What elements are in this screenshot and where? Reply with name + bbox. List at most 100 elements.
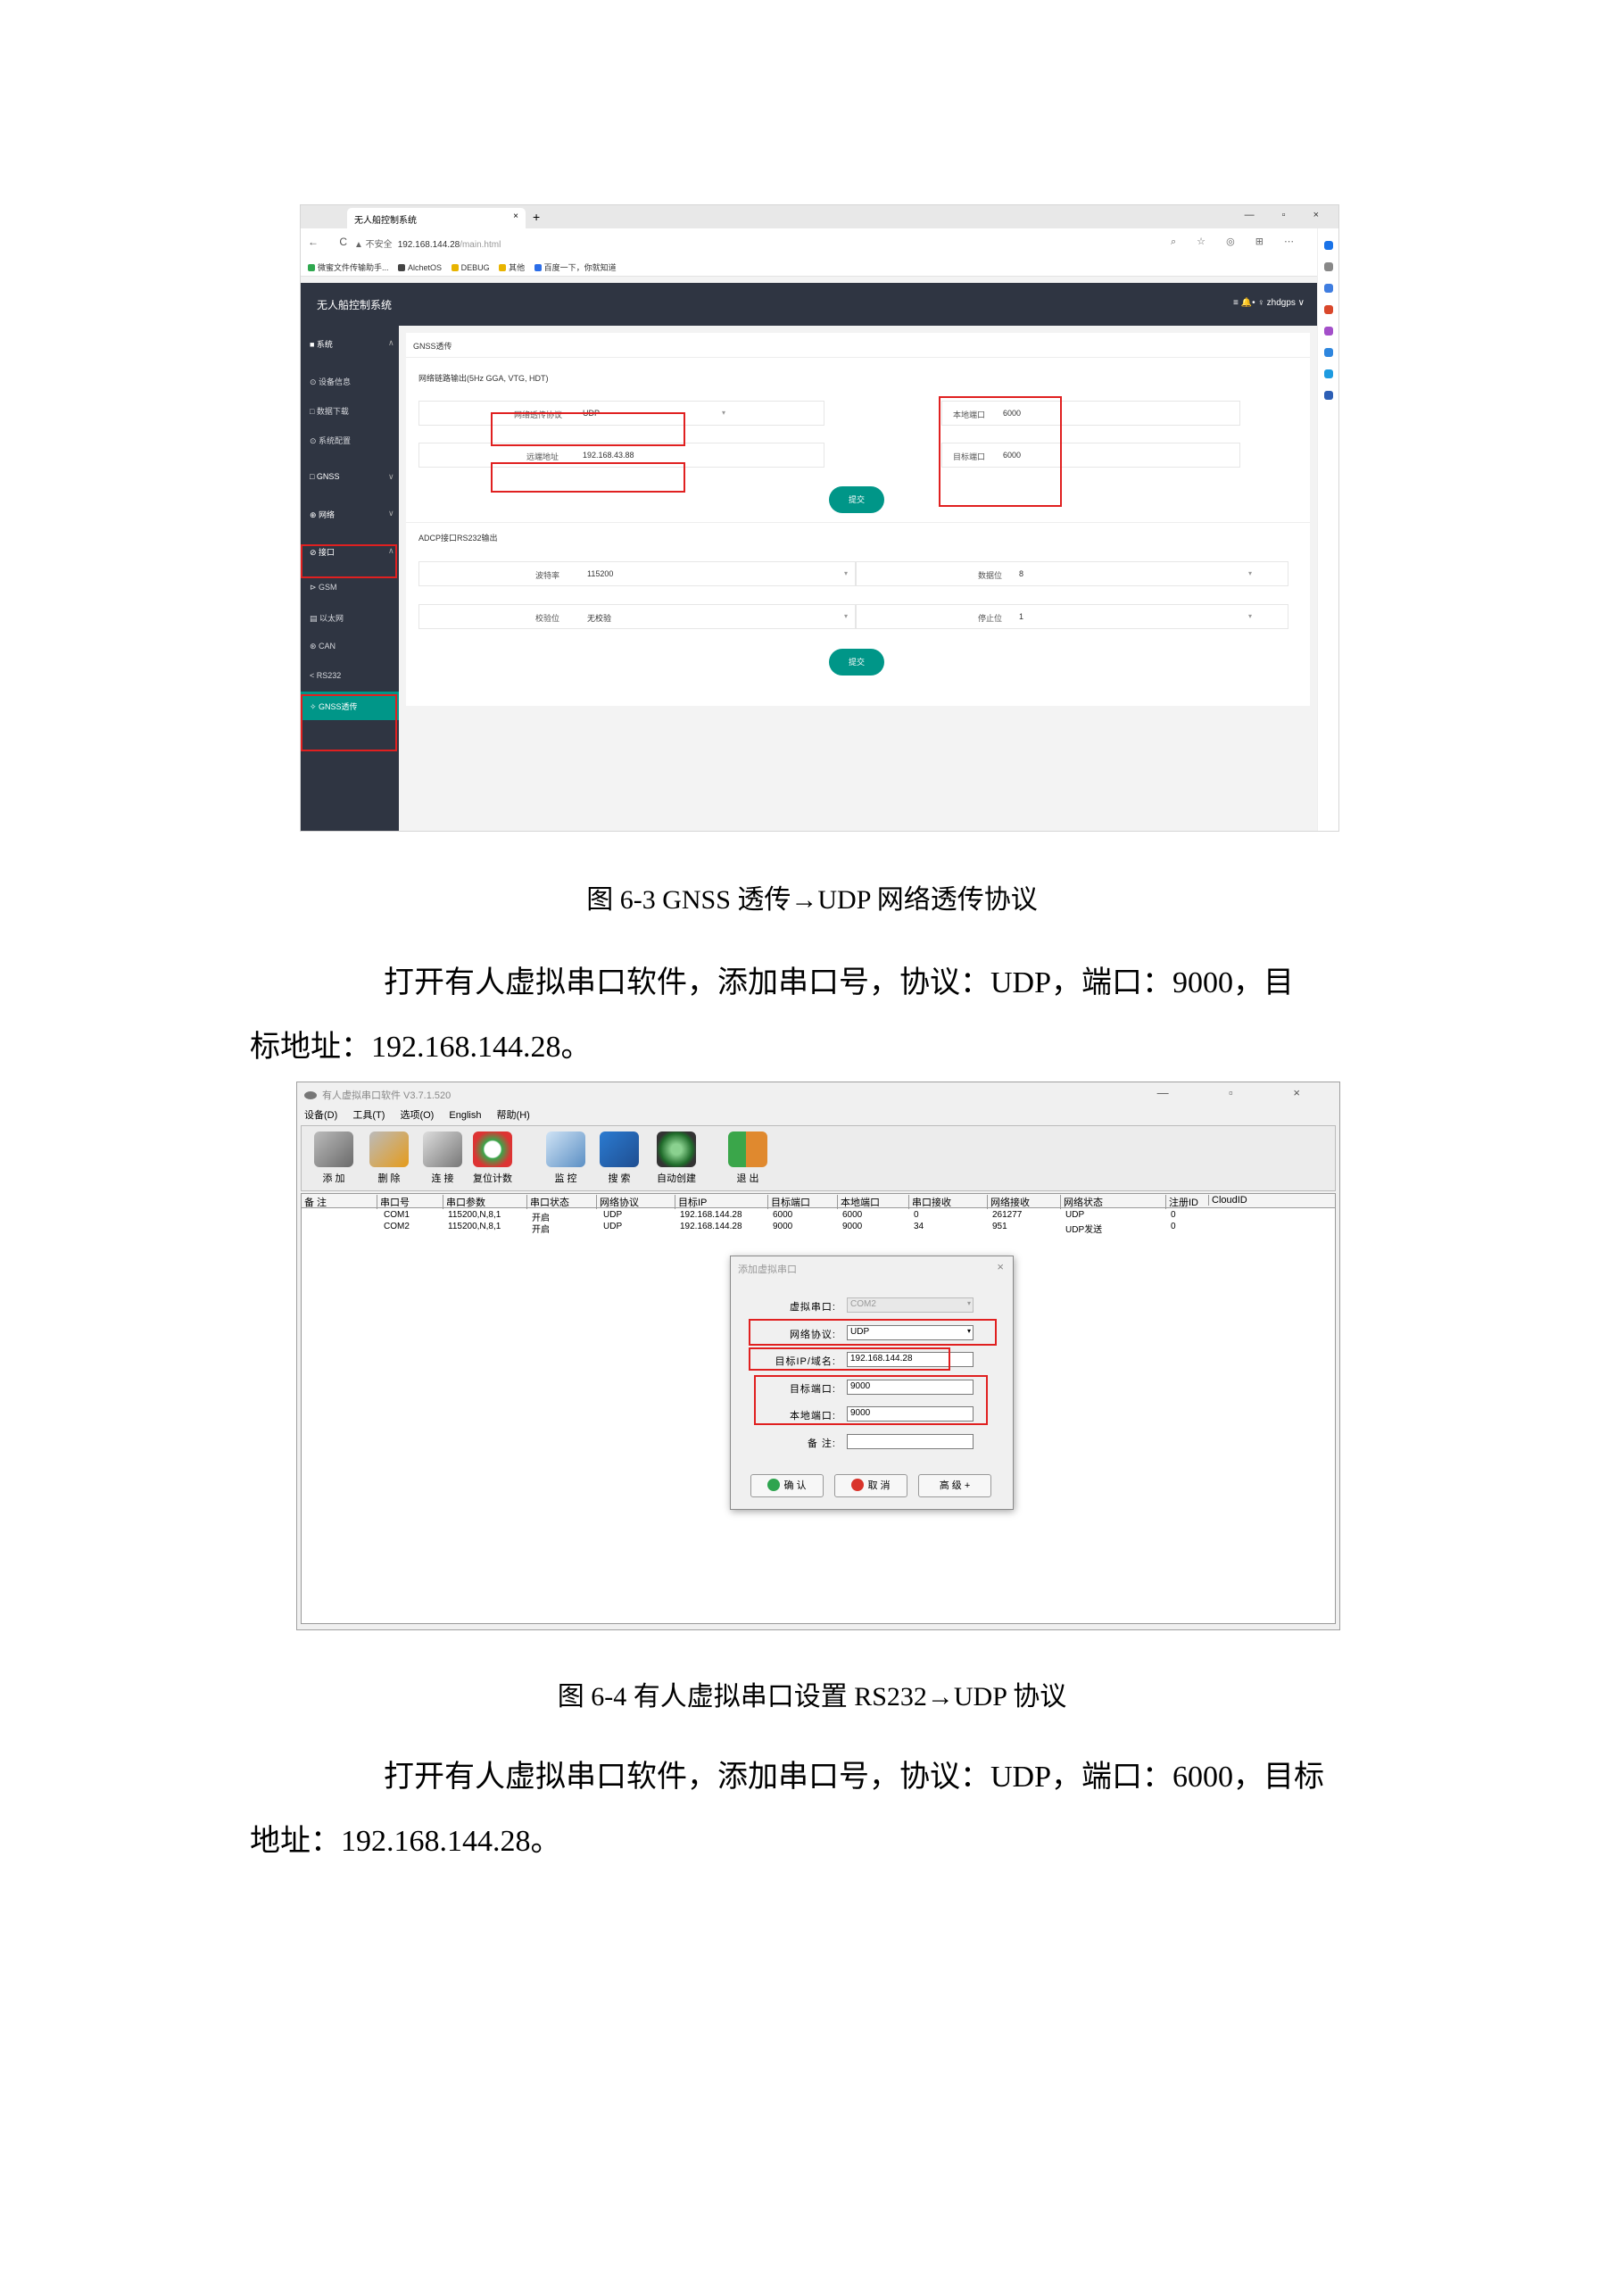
- sidebar-item-gsm[interactable]: ⊳ GSM: [310, 583, 337, 593]
- bookmark-item[interactable]: 百度一下，你就知道: [534, 261, 617, 273]
- sidebar-item-device-info[interactable]: ⊙ 设备信息: [310, 376, 351, 387]
- sidebar-item-ethernet[interactable]: ▤ 以太网: [310, 612, 344, 624]
- chevron-down-icon: ∨: [388, 472, 394, 481]
- virtual-port-row: 虚拟串口: COM2 ▾: [731, 1296, 1015, 1315]
- window-controls[interactable]: — ▫ ×: [1157, 1086, 1329, 1099]
- outlook-icon[interactable]: [1323, 369, 1333, 378]
- col-target-port: 目标端口: [767, 1195, 810, 1209]
- highlight-protocol: [491, 412, 685, 446]
- add-button[interactable]: 添 加: [307, 1130, 360, 1189]
- games-icon[interactable]: [1323, 327, 1333, 336]
- bookmark-item[interactable]: DEBUG: [451, 263, 490, 272]
- shopping-icon[interactable]: [1323, 305, 1333, 314]
- paragraph-2-line-1: 打开有人虚拟串口软件，添加串口号，协议：UDP，端口：6000，目标: [384, 1761, 1325, 1794]
- menu-tools[interactable]: 工具(T): [352, 1110, 385, 1121]
- bookmark-item[interactable]: 其他: [499, 261, 525, 273]
- toolbar: 添 加 删 除 连 接 复位计数 监 控 搜 索 自动创建 退 出: [301, 1125, 1336, 1191]
- divider: [406, 357, 1310, 358]
- search-icon[interactable]: [1323, 262, 1333, 271]
- submit-network-button[interactable]: 提交: [829, 486, 884, 513]
- col-cloud-id: CloudID: [1208, 1195, 1247, 1206]
- data-bits-select[interactable]: 数据位 8 ▾: [856, 561, 1288, 586]
- search-button[interactable]: 搜 索: [592, 1130, 646, 1189]
- submit-serial-button[interactable]: 提交: [829, 649, 884, 676]
- virtual-port-select[interactable]: COM2 ▾: [847, 1297, 974, 1313]
- copilot-icon[interactable]: [1323, 241, 1333, 250]
- nav-buttons[interactable]: ← C: [308, 236, 356, 248]
- sidebar-item-system[interactable]: ■ 系统 ∧: [310, 338, 394, 350]
- menu-device[interactable]: 设备(D): [304, 1110, 337, 1121]
- delete-port-icon: [369, 1131, 409, 1167]
- delete-button[interactable]: 删 除: [362, 1130, 416, 1189]
- extension-icon[interactable]: [1323, 284, 1333, 293]
- remote-address-value: 192.168.43.88: [583, 451, 634, 460]
- bookmark-item[interactable]: AlchetOS: [398, 263, 442, 272]
- paragraph-1: 打开有人虚拟串口软件，添加串口号，协议：UDP，端口：9000，目 标地址：19…: [250, 951, 1383, 1080]
- baud-rate-value: 115200: [587, 569, 614, 578]
- data-bits-label: 数据位: [978, 571, 1003, 580]
- add-port-icon: [314, 1131, 353, 1167]
- insecure-badge: ▲ 不安全: [354, 240, 393, 250]
- window-controls[interactable]: — ▫ ×: [1245, 210, 1331, 220]
- chevron-down-icon: ▾: [1247, 569, 1252, 577]
- remark-input[interactable]: [847, 1434, 974, 1449]
- close-icon[interactable]: ×: [997, 1260, 1004, 1273]
- exit-button[interactable]: 退 出: [721, 1130, 775, 1189]
- folder-icon: [451, 264, 459, 271]
- panel-title: GNSS透传: [413, 342, 452, 351]
- connect-button[interactable]: 连 接: [416, 1130, 469, 1189]
- chevron-down-icon: ▾: [966, 1299, 971, 1307]
- cancel-button[interactable]: 取 消: [834, 1474, 907, 1497]
- url-path: /main.html: [460, 240, 501, 250]
- url-field[interactable]: ▲ 不安全 192.168.144.28/main.html: [354, 236, 501, 250]
- stop-bits-select[interactable]: 停止位 1 ▾: [856, 604, 1288, 629]
- data-bits-value: 8: [1019, 569, 1024, 578]
- monitor-button[interactable]: 监 控: [539, 1130, 592, 1189]
- col-net-status: 网络状态: [1060, 1195, 1103, 1209]
- chevron-up-icon: ∧: [388, 338, 394, 347]
- menu-help[interactable]: 帮助(H): [497, 1110, 530, 1121]
- remote-address-label: 远端地址: [526, 452, 559, 461]
- baud-rate-label: 波特率: [535, 571, 560, 580]
- connect-icon: [423, 1131, 462, 1167]
- sidebar-item-system-config[interactable]: ⊙ 系统配置: [310, 435, 351, 446]
- browser-side-panel: [1317, 228, 1338, 831]
- auto-create-button[interactable]: 自动创建: [650, 1130, 703, 1189]
- sidebar-item-network[interactable]: ⊕ 网络 ∨: [310, 509, 394, 520]
- stop-bits-label: 停止位: [978, 614, 1003, 623]
- office-icon[interactable]: [1323, 348, 1333, 357]
- user-menu[interactable]: ≡ 🔔• ♀ zhdgps ∨: [1233, 298, 1305, 308]
- table-header: 备 注 串口号 串口参数 串口状态 网络协议 目标IP 目标端口 本地端口 串口…: [302, 1194, 1335, 1209]
- sidebar-item-data-download[interactable]: □ 数据下载: [310, 405, 349, 417]
- advanced-button[interactable]: 高 级 +: [918, 1474, 991, 1497]
- bookmark-icon: [308, 264, 315, 271]
- baud-rate-select[interactable]: 波特率 115200 ▾: [418, 561, 856, 586]
- sidebar-item-can[interactable]: ⊛ CAN: [310, 642, 336, 651]
- browser-toolbar-icons[interactable]: ⌕ ☆ ◎ ⊞ ⋯: [1171, 236, 1303, 248]
- highlight-ports: [939, 396, 1062, 507]
- confirm-button[interactable]: 确 认: [750, 1474, 824, 1497]
- menu-options[interactable]: 选项(O): [400, 1110, 434, 1121]
- table-row[interactable]: COM2 115200,N,8,1 开启 UDP 192.168.144.28 …: [302, 1221, 1335, 1235]
- reset-count-button[interactable]: 复位计数: [466, 1130, 519, 1189]
- menu-english[interactable]: English: [449, 1110, 481, 1121]
- url-host: 192.168.144.28: [397, 240, 460, 250]
- sidebar-item-rs232[interactable]: < RS232: [310, 671, 341, 680]
- col-status: 串口状态: [526, 1195, 569, 1209]
- window-title: 有人虚拟串口软件 V3.7.1.520: [304, 1088, 451, 1102]
- highlight-remote-address: [491, 462, 685, 493]
- parity-select[interactable]: 校验位 无校验 ▾: [418, 604, 856, 629]
- word-icon[interactable]: [1323, 391, 1333, 400]
- paragraph-1-line-1: 打开有人虚拟串口软件，添加串口号，协议：UDP，端口：9000，目: [384, 966, 1295, 999]
- sidebar-item-gnss[interactable]: □ GNSS ∨: [310, 472, 394, 481]
- table-row[interactable]: COM1 115200,N,8,1 开启 UDP 192.168.144.28 …: [302, 1209, 1335, 1223]
- browser-tab[interactable]: 无人船控制系统 ×: [347, 208, 526, 228]
- new-tab-icon[interactable]: +: [533, 210, 540, 224]
- figure-browser-screenshot: 无人船控制系统 × + — ▫ × ← C ▲ 不安全 192.168.144.2…: [300, 204, 1339, 832]
- bookmark-item[interactable]: 微蜜文件传输助手...: [308, 261, 389, 273]
- tab-close-icon[interactable]: ×: [513, 211, 518, 221]
- col-register-id: 注册ID: [1165, 1195, 1198, 1209]
- search-icon: [600, 1131, 639, 1167]
- monitor-icon: [546, 1131, 585, 1167]
- remark-label: 备 注:: [807, 1438, 836, 1449]
